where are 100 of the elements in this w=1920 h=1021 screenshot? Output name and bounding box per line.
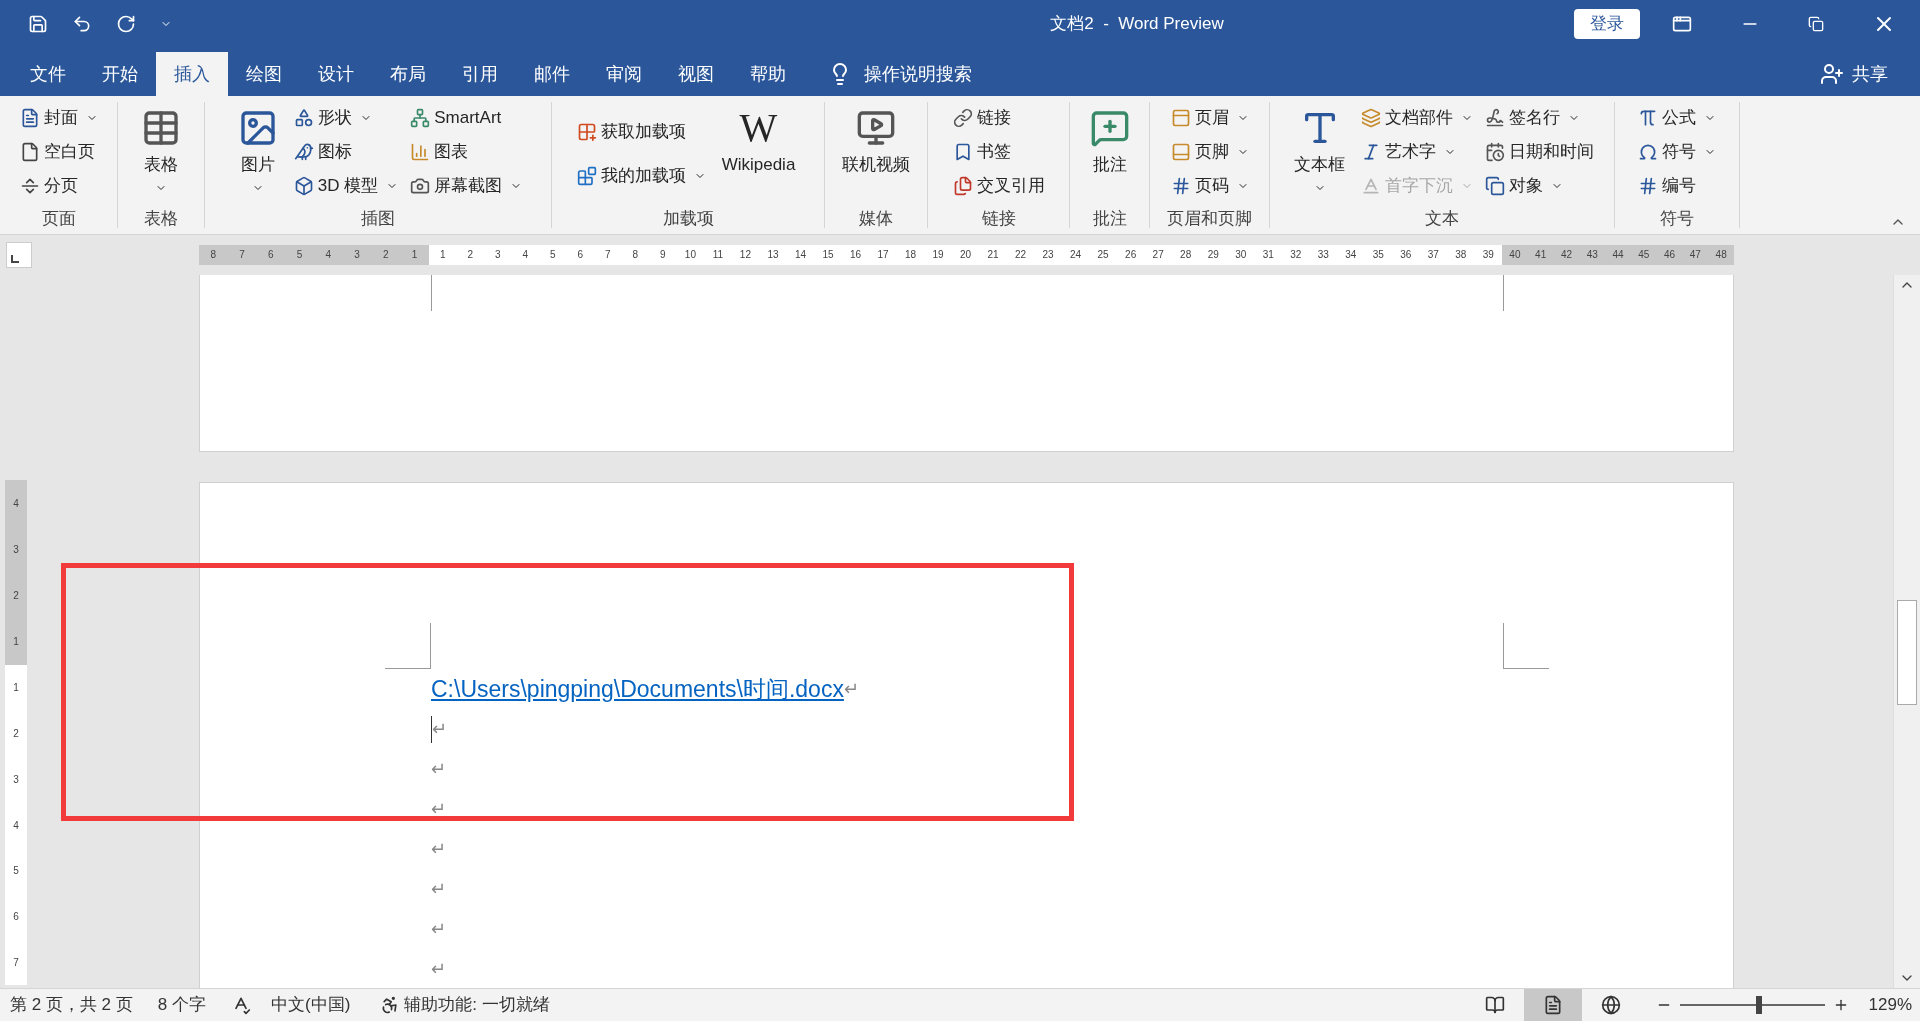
blocks-icon xyxy=(576,166,597,186)
ribbon-tab[interactable]: 邮件 xyxy=(516,52,588,96)
ribbon-tab[interactable]: 引用 xyxy=(444,52,516,96)
ruler-number: 43 xyxy=(1585,248,1599,262)
ribbon-tab[interactable]: 开始 xyxy=(84,52,156,96)
share-button[interactable]: 共享 xyxy=(1820,52,1920,96)
diagram-icon xyxy=(410,108,431,128)
word-count[interactable]: 8 个字 xyxy=(157,992,206,1018)
ruler-number: 3 xyxy=(12,772,20,787)
ruler-number: 12 xyxy=(738,248,752,262)
ribbon-button[interactable]: 我的加载项 xyxy=(576,162,706,190)
group-label: 链接 xyxy=(980,208,1017,228)
tell-me-search[interactable]: 操作说明搜索 xyxy=(864,60,972,88)
zoom-slider[interactable] xyxy=(1679,996,1825,1014)
ruler-number: 7 xyxy=(604,248,612,262)
ruler-number: 17 xyxy=(876,248,890,262)
ribbon-button[interactable]: 页脚 xyxy=(1170,138,1249,166)
ribbon-display-icon[interactable] xyxy=(1672,14,1692,34)
ribbon-tab[interactable]: 插入 xyxy=(156,52,228,96)
ruler-number: 8 xyxy=(631,248,640,262)
accessibility-status[interactable]: 辅助功能: 一切就绪 xyxy=(380,992,550,1018)
ruler-number: 2 xyxy=(382,248,390,262)
scrollbar[interactable] xyxy=(1893,275,1920,988)
ribbon-button[interactable]: 形状 xyxy=(293,104,399,132)
ribbon-button[interactable]: 书签 xyxy=(952,138,1045,166)
ribbon-button[interactable]: 表格 xyxy=(137,104,185,194)
ribbon-button[interactable]: 屏幕截图 xyxy=(410,172,523,200)
ribbon-tab[interactable]: 审阅 xyxy=(588,52,660,96)
comment-icon xyxy=(1089,108,1130,148)
ribbon-button[interactable]: 签名行 xyxy=(1485,104,1594,132)
ruler-number: 6 xyxy=(267,248,275,262)
ruler-number: 7 xyxy=(238,248,246,262)
ribbon-tab[interactable]: 视图 xyxy=(660,52,732,96)
ribbon-tab[interactable]: 绘图 xyxy=(228,52,300,96)
sign-in-button[interactable]: 登录 xyxy=(1574,9,1640,39)
redo-icon[interactable] xyxy=(116,14,136,34)
ruler-number: 4 xyxy=(324,248,333,262)
ruler-number: 18 xyxy=(903,248,918,262)
ribbon-tab[interactable]: 设计 xyxy=(300,52,372,96)
save-icon[interactable] xyxy=(28,14,48,34)
group-label: 表格 xyxy=(143,208,179,228)
ribbon-tab[interactable]: 帮助 xyxy=(732,52,804,96)
ruler-number: 48 xyxy=(1714,248,1728,262)
italic-icon xyxy=(1361,142,1381,162)
ribbon-button[interactable]: 联机视频 xyxy=(838,104,914,178)
ribbon-tab[interactable]: 文件 xyxy=(12,52,84,96)
ribbon-button[interactable]: W Wikipedia xyxy=(717,104,800,178)
ruler-number: 33 xyxy=(1316,248,1330,262)
ribbon-button[interactable]: 对象 xyxy=(1485,172,1594,200)
ribbon-button[interactable]: 链接 xyxy=(952,104,1045,132)
ribbon-button[interactable]: 获取加载项 xyxy=(576,118,706,146)
ruler-number: 37 xyxy=(1426,248,1440,262)
camera-icon xyxy=(410,176,431,196)
ribbon-button[interactable]: 编号 xyxy=(1638,172,1716,200)
ribbon-button[interactable]: 批注 xyxy=(1085,104,1134,178)
paragraph-mark: ↵ xyxy=(431,797,446,821)
undo-icon[interactable] xyxy=(72,14,92,34)
ribbon-button[interactable]: 图表 xyxy=(410,138,523,166)
ribbon-button[interactable]: 封面 xyxy=(19,104,98,132)
ruler-number: 2 xyxy=(466,248,475,262)
ribbon-button[interactable]: 分页 xyxy=(19,172,98,200)
tab-selector[interactable] xyxy=(6,242,32,268)
ruler-number: 45 xyxy=(1637,248,1651,262)
print-view-button[interactable] xyxy=(1523,989,1582,1021)
restore-icon[interactable] xyxy=(1808,16,1824,32)
page-count[interactable]: 第 2 页，共 2 页 xyxy=(10,992,133,1018)
ruler-number: 41 xyxy=(1534,248,1548,262)
ribbon-button[interactable]: 页眉 xyxy=(1170,104,1249,132)
ribbon-button[interactable]: 3D 模型 xyxy=(293,172,399,200)
ruler-number: 24 xyxy=(1069,248,1083,262)
scroll-thumb[interactable] xyxy=(1897,600,1917,705)
ribbon-button[interactable]: SmartArt xyxy=(410,104,523,132)
ribbon-tab[interactable]: 布局 xyxy=(372,52,444,96)
group-label: 批注 xyxy=(1091,208,1128,228)
ribbon-button[interactable]: 艺术字 xyxy=(1361,138,1473,166)
ribbon-button[interactable]: 图标 xyxy=(293,138,399,166)
ribbon-button[interactable]: 文本框 xyxy=(1290,104,1349,194)
ruler-number: 3 xyxy=(353,248,361,262)
ribbon-button[interactable]: 日期和时间 xyxy=(1485,138,1594,166)
ruler-number: 16 xyxy=(848,248,863,262)
hyperlink[interactable]: C:\Users\pingping\Documents\时间.docx xyxy=(431,671,844,707)
group-label: 页眉和页脚 xyxy=(1166,208,1253,228)
ribbon-button[interactable]: 文档部件 xyxy=(1361,104,1473,132)
ribbon-button[interactable]: 图片 xyxy=(233,104,282,194)
ruler-number: 23 xyxy=(1041,248,1055,262)
ribbon-button[interactable]: 空白页 xyxy=(19,138,98,166)
ruler-number: 29 xyxy=(1206,248,1220,262)
ribbon-button[interactable]: 符号 xyxy=(1638,138,1716,166)
ruler-number: 11 xyxy=(711,248,725,262)
ruler-number: 46 xyxy=(1663,248,1677,262)
ruler-number: 3 xyxy=(494,248,502,262)
language-indicator[interactable]: 中文(中国) xyxy=(271,992,351,1018)
ribbon-button[interactable]: 页码 xyxy=(1170,172,1249,200)
ruler-number: 8 xyxy=(209,248,218,262)
paragraph-mark: ↵ xyxy=(431,917,446,941)
ribbon-button[interactable]: 交叉引用 xyxy=(952,172,1045,200)
zoom-level[interactable]: 129% xyxy=(1868,992,1912,1018)
ribbon-button[interactable]: 公式 xyxy=(1638,104,1716,132)
zoom-thumb[interactable] xyxy=(1756,996,1763,1014)
pi-icon xyxy=(1638,108,1658,128)
